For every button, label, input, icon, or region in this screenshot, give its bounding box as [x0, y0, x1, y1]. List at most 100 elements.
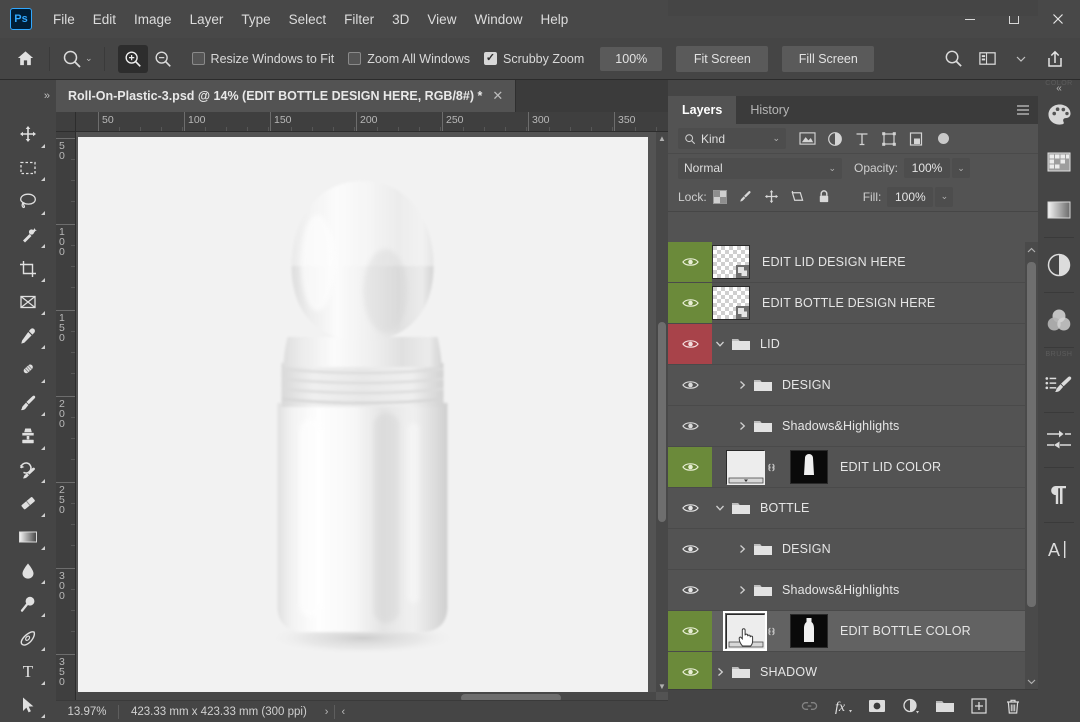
chevron-down-icon[interactable]: chevron-down-icon	[1006, 44, 1036, 74]
group-disclosure-icon[interactable]	[734, 544, 750, 554]
link-layers-icon[interactable]	[792, 692, 826, 720]
table-row[interactable]: DESIGN	[668, 365, 1038, 406]
layer-name[interactable]: Shadows&Highlights	[782, 419, 899, 433]
gradient-tool-icon[interactable]	[8, 521, 48, 554]
canvas-vertical-scrollbar[interactable]: ▲ ▼	[656, 132, 668, 692]
pen-tool-icon[interactable]	[8, 621, 48, 654]
layer-visibility-toggle[interactable]	[668, 529, 712, 569]
menu-3d[interactable]: 3D	[383, 8, 418, 31]
lock-position-icon[interactable]	[759, 186, 785, 208]
layer-name[interactable]: EDIT LID DESIGN HERE	[762, 255, 906, 269]
blend-mode-select[interactable]: Normal ⌄	[678, 157, 842, 179]
menu-image[interactable]: Image	[125, 8, 181, 31]
layer-filter-kind-select[interactable]: Kind ⌄	[678, 128, 786, 149]
lasso-tool-icon[interactable]	[8, 185, 48, 218]
table-row[interactable]: EDIT LID DESIGN HERE	[668, 242, 1038, 283]
layer-name[interactable]: BOTTLE	[760, 501, 810, 515]
checkbox-box[interactable]	[191, 52, 205, 65]
tool-preset-picker[interactable]: ⌄	[57, 48, 97, 70]
workspace-icon[interactable]	[972, 44, 1002, 74]
search-icon[interactable]	[938, 44, 968, 74]
type-tool-icon[interactable]: T	[8, 655, 48, 688]
brush-settings-icon[interactable]	[1038, 416, 1080, 464]
healing-brush-tool-icon[interactable]	[8, 353, 48, 386]
menu-edit[interactable]: Edit	[84, 8, 125, 31]
document-tab[interactable]: Roll-On-Plastic-3.psd @ 14% (EDIT BOTTLE…	[56, 80, 517, 112]
table-row[interactable]: EDIT BOTTLE DESIGN HERE	[668, 283, 1038, 324]
swatches-icon[interactable]	[1038, 138, 1080, 186]
menu-file[interactable]: File	[44, 8, 84, 31]
paragraph-icon[interactable]	[1038, 471, 1080, 519]
tab-layers[interactable]: Layers	[668, 96, 737, 124]
menu-type[interactable]: Type	[232, 8, 279, 31]
frame-tool-icon[interactable]	[8, 286, 48, 319]
layer-name[interactable]: SHADOW	[760, 665, 817, 679]
zoom-in-icon[interactable]	[117, 44, 148, 73]
fill-screen-button[interactable]: Fill Screen	[782, 45, 875, 72]
add-mask-icon[interactable]	[860, 692, 894, 720]
table-row[interactable]: EDIT BOTTLE COLOR	[668, 611, 1038, 652]
checkbox-box[interactable]	[348, 52, 362, 65]
scroll-down-icon[interactable]	[1025, 673, 1038, 689]
lock-image-pixels-icon[interactable]	[733, 186, 759, 208]
scrollbar-thumb[interactable]	[1027, 262, 1036, 607]
scroll-down-icon[interactable]: ▼	[656, 680, 668, 692]
brush-tool-icon[interactable]	[8, 387, 48, 420]
opacity-value[interactable]: 100%	[904, 158, 951, 178]
type-filter-icon[interactable]	[848, 127, 875, 151]
adjustment-layer-icon[interactable]	[894, 692, 928, 720]
character-icon[interactable]: A	[1038, 526, 1080, 574]
share-icon[interactable]	[1040, 44, 1070, 74]
adjustment-filter-icon[interactable]	[821, 127, 848, 151]
new-layer-icon[interactable]	[962, 692, 996, 720]
layer-visibility-toggle[interactable]	[668, 365, 712, 405]
layer-name[interactable]: DESIGN	[782, 378, 831, 392]
layer-visibility-toggle[interactable]	[668, 406, 712, 446]
rectangular-marquee-tool-icon[interactable]	[8, 152, 48, 185]
table-row[interactable]: LID	[668, 324, 1038, 365]
checkbox-box[interactable]	[484, 52, 498, 65]
fill-slider-caret-icon[interactable]: ⌄	[935, 186, 954, 207]
close-icon[interactable]: ✕	[492, 88, 503, 104]
new-group-icon[interactable]	[928, 692, 962, 720]
menu-select[interactable]: Select	[280, 8, 336, 31]
layer-list[interactable]: EDIT LID DESIGN HERE EDIT BOTTLE DESIGN …	[668, 242, 1038, 689]
layer-mask-thumbnail[interactable]	[790, 614, 828, 648]
clone-stamp-tool-icon[interactable]	[8, 420, 48, 453]
fit-screen-button[interactable]: Fit Screen	[676, 45, 769, 72]
layer-name[interactable]: Shadows&Highlights	[782, 583, 899, 597]
zoom-percent-field[interactable]: 100%	[600, 46, 663, 71]
menu-help[interactable]: Help	[531, 8, 577, 31]
table-row[interactable]: SHADOW	[668, 652, 1038, 689]
history-brush-tool-icon[interactable]	[8, 454, 48, 487]
close-button[interactable]	[1036, 0, 1080, 38]
adjustments-icon[interactable]	[1038, 241, 1080, 289]
layer-style-icon[interactable]: fx	[826, 692, 860, 720]
group-disclosure-icon[interactable]	[712, 667, 728, 677]
menu-window[interactable]: Window	[465, 8, 531, 31]
zoom-out-icon[interactable]	[148, 45, 178, 73]
fill-value[interactable]: 100%	[887, 186, 934, 207]
brushes-icon[interactable]	[1038, 361, 1080, 409]
layer-visibility-toggle[interactable]	[668, 652, 712, 689]
lock-all-icon[interactable]	[811, 186, 837, 208]
link-mask-icon[interactable]	[764, 625, 780, 638]
lock-transparent-pixels-icon[interactable]	[707, 186, 733, 208]
canvas[interactable]	[78, 137, 648, 697]
scroll-up-icon[interactable]: ▲	[656, 132, 668, 144]
chevron-down-icon[interactable]: ⌄	[772, 133, 780, 144]
layer-visibility-toggle[interactable]	[668, 488, 712, 528]
chevron-down-icon[interactable]: ⌄	[828, 163, 836, 174]
layer-mask-thumbnail[interactable]	[790, 450, 828, 484]
home-icon[interactable]	[8, 44, 42, 74]
table-row[interactable]: Shadows&Highlights	[668, 406, 1038, 447]
opacity-slider-caret-icon[interactable]: ⌄	[952, 158, 971, 178]
table-row[interactable]: DESIGN	[668, 529, 1038, 570]
eraser-tool-icon[interactable]	[8, 487, 48, 520]
delete-layer-icon[interactable]	[996, 692, 1030, 720]
color-palette-icon[interactable]	[1038, 90, 1080, 138]
pixel-filter-icon[interactable]	[794, 127, 821, 151]
layer-name[interactable]: DESIGN	[782, 542, 831, 556]
move-tool-icon[interactable]	[8, 118, 48, 151]
layer-list-scrollbar[interactable]	[1025, 242, 1038, 689]
